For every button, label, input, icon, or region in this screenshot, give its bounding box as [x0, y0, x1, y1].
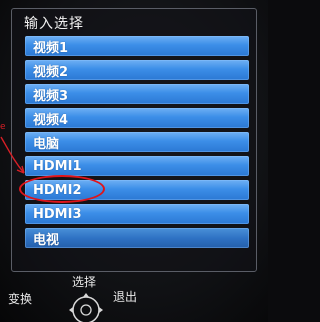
input-item-label: 视频3: [33, 88, 69, 104]
footer-exit-label: 退出: [113, 290, 138, 304]
input-item-label: HDMI3: [33, 206, 82, 222]
input-item-hdmi2[interactable]: HDMI2: [19, 175, 249, 203]
input-item-video1[interactable]: 视频1: [25, 36, 249, 56]
input-list: 视频1 视频2 视频3 视频4 电脑 HDMI1 HDMI2 HDMI3 电视: [19, 36, 249, 252]
tv-screen: 输入选择 视频1 视频2 视频3 视频4 电脑 HDMI1 HDMI2 HDMI…: [0, 0, 268, 322]
side-glyph: e: [0, 122, 6, 132]
footer-select-label: 选择: [72, 275, 97, 289]
annotation-arrow-icon: [0, 136, 25, 174]
input-item-tv[interactable]: 电视: [25, 228, 249, 248]
footer-switch-label: 变换: [8, 292, 33, 306]
input-item-label: 视频2: [33, 64, 69, 80]
input-item-video2[interactable]: 视频2: [25, 60, 249, 80]
input-item-label: 视频1: [33, 40, 69, 56]
input-item-hdmi1[interactable]: HDMI1: [25, 156, 249, 176]
input-item-video4[interactable]: 视频4: [25, 108, 249, 128]
input-item-label: HDMI1: [33, 158, 82, 174]
input-item-hdmi3[interactable]: HDMI3: [25, 204, 249, 224]
menu-title: 输入选择: [24, 16, 84, 32]
input-item-pc[interactable]: 电脑: [25, 132, 249, 152]
input-item-label: 电视: [33, 232, 60, 248]
input-item-label: HDMI2: [33, 182, 82, 198]
input-item-label: 视频4: [33, 112, 69, 128]
input-item-label: 电脑: [33, 136, 60, 152]
input-item-video3[interactable]: 视频3: [25, 84, 249, 104]
remote-dpad-icon: [69, 293, 103, 322]
